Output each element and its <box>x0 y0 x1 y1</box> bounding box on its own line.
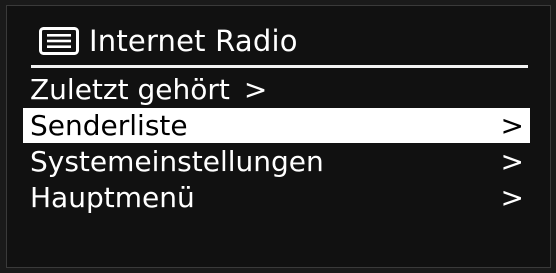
page-title: Internet Radio <box>89 24 298 58</box>
menu-item-systemeinstellungen[interactable]: Systemeinstellungen > <box>23 144 530 179</box>
chevron-right-icon: > <box>500 181 524 214</box>
chevron-right-icon: > <box>500 145 524 178</box>
radio-display: Internet Radio Zuletzt gehört > Senderli… <box>6 5 551 268</box>
chevron-right-icon: > <box>500 109 524 142</box>
menu-item-hauptmenue[interactable]: Hauptmenü > <box>23 180 530 215</box>
list-menu-icon <box>37 27 81 55</box>
menu-item-label: Hauptmenü <box>30 181 195 214</box>
chevron-right-icon: > <box>243 73 268 106</box>
title-divider <box>31 65 528 68</box>
menu-item-label: Zuletzt gehört <box>30 73 230 106</box>
title-bar: Internet Radio <box>37 21 298 61</box>
menu-item-zuletzt-gehoert[interactable]: Zuletzt gehört > <box>23 72 530 107</box>
menu-item-senderliste[interactable]: Senderliste > <box>23 108 530 143</box>
menu-item-label: Systemeinstellungen <box>30 145 324 178</box>
menu-list: Zuletzt gehört > Senderliste > Systemein… <box>23 72 530 216</box>
menu-item-label: Senderliste <box>30 109 188 142</box>
